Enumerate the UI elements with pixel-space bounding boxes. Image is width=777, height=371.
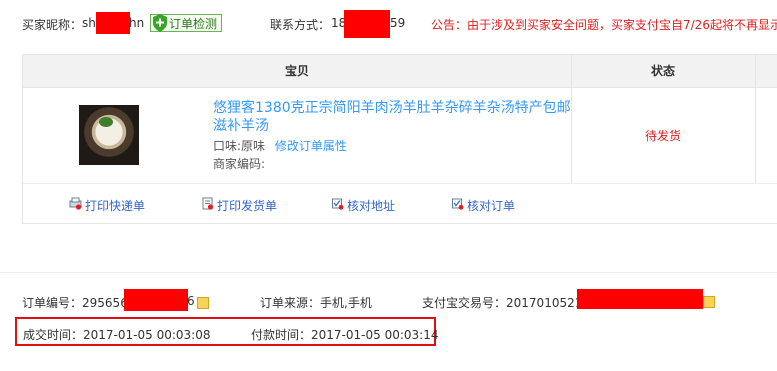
product-thumbnail[interactable] [79,105,139,165]
order-status: 待发货 [644,129,681,143]
deal-time: 成交时间：2017-01-05 00:03:08 [23,326,210,343]
pay-time-label: 付款时间： [251,328,312,342]
column-header-item: 宝贝 [284,64,309,78]
deal-time-label: 成交时间： [23,328,84,342]
order-header-bar: 买家昵称： sh hn 订单检测 联系方式： 18 59 公告：由于涉及到买家安… [0,8,777,38]
print-express-label: 打印快递单 [85,199,146,213]
print-express-icon [69,197,82,210]
order-source-value: 手机,手机 [320,296,372,310]
column-header-status: 状态 [650,64,675,78]
buyer-label: 买家昵称： [22,18,83,32]
print-invoice-button[interactable]: 打印发货单 [201,197,277,214]
redacted-alipay-number [577,289,703,309]
redacted-buyer-nickname [96,12,130,34]
print-invoice-label: 打印发货单 [217,199,278,213]
print-express-button[interactable]: 打印快递单 [69,197,145,214]
verify-order-label: 核对订单 [467,199,516,213]
order-check-label: 订单检测 [169,17,218,31]
section-divider [0,272,777,273]
edit-order-props-link[interactable]: 修改订单属性 [275,139,347,153]
order-source-label: 订单来源： [260,296,321,310]
time-highlight-box: 成交时间：2017-01-05 00:03:08 付款时间：2017-01-05… [15,317,438,346]
shield-plus-icon [153,14,167,32]
verify-address-icon [332,198,344,210]
notice-text: 公告：由于涉及到买家安全问题，买家支付宝自7/26起将不再显示 [431,18,777,32]
order-number-suffix: 6 [187,294,195,308]
copy-alipay-number-icon[interactable] [703,296,715,308]
print-invoice-icon [202,197,214,210]
pay-time-value: 2017-01-05 00:03:14 [311,328,439,342]
merchant-code-label: 商家编码: [213,157,266,171]
alipay-trade-number: 支付宝交易号：2017010521 [422,294,582,311]
flavor-label: 口味:原味 [213,139,266,153]
verify-order-button[interactable]: 核对订单 [451,197,515,214]
contact-label: 联系方式： [270,18,331,32]
verify-address-label: 核对地址 [347,199,396,213]
product-title-link[interactable]: 悠狸客1380克正宗简阳羊肉汤羊肚羊杂碎羊杂汤特产包邮滋补羊汤 [213,99,573,135]
order-check-button[interactable]: 订单检测 [150,14,223,32]
deal-time-value: 2017-01-05 00:03:08 [83,328,211,342]
pay-time: 付款时间：2017-01-05 00:03:14 [251,326,438,343]
verify-order-icon [452,198,464,210]
order-number: 订单编号：295656 [22,294,128,311]
copy-order-number-icon[interactable] [197,297,209,309]
verify-address-button[interactable]: 核对地址 [331,197,395,214]
order-number-prefix: 295656 [82,296,128,310]
buyer-nickname-suffix: hn [129,16,145,30]
redacted-contact [344,10,390,38]
alipay-number-prefix: 2017010521 [506,296,583,310]
order-number-label: 订单编号： [22,296,83,310]
buyer-nickname-prefix: sh [82,16,96,30]
column-divider-2 [755,55,756,183]
contact-suffix: 59 [390,16,406,30]
order-source: 订单来源：手机,手机 [260,294,372,311]
alipay-label: 支付宝交易号： [422,296,507,310]
order-item-table: 宝贝 状态 悠狸客1380克正宗简阳羊肉汤羊肚羊杂碎羊杂汤特产包邮滋补羊汤 口味… [22,54,777,224]
table-header: 宝贝 状态 [23,55,777,88]
redacted-order-number [124,289,188,311]
product-flavor: 口味:原味 修改订单属性 [213,137,347,154]
order-actions-bar: 打印快递单 打印发货单 核对地址 核对订单 [23,183,777,226]
